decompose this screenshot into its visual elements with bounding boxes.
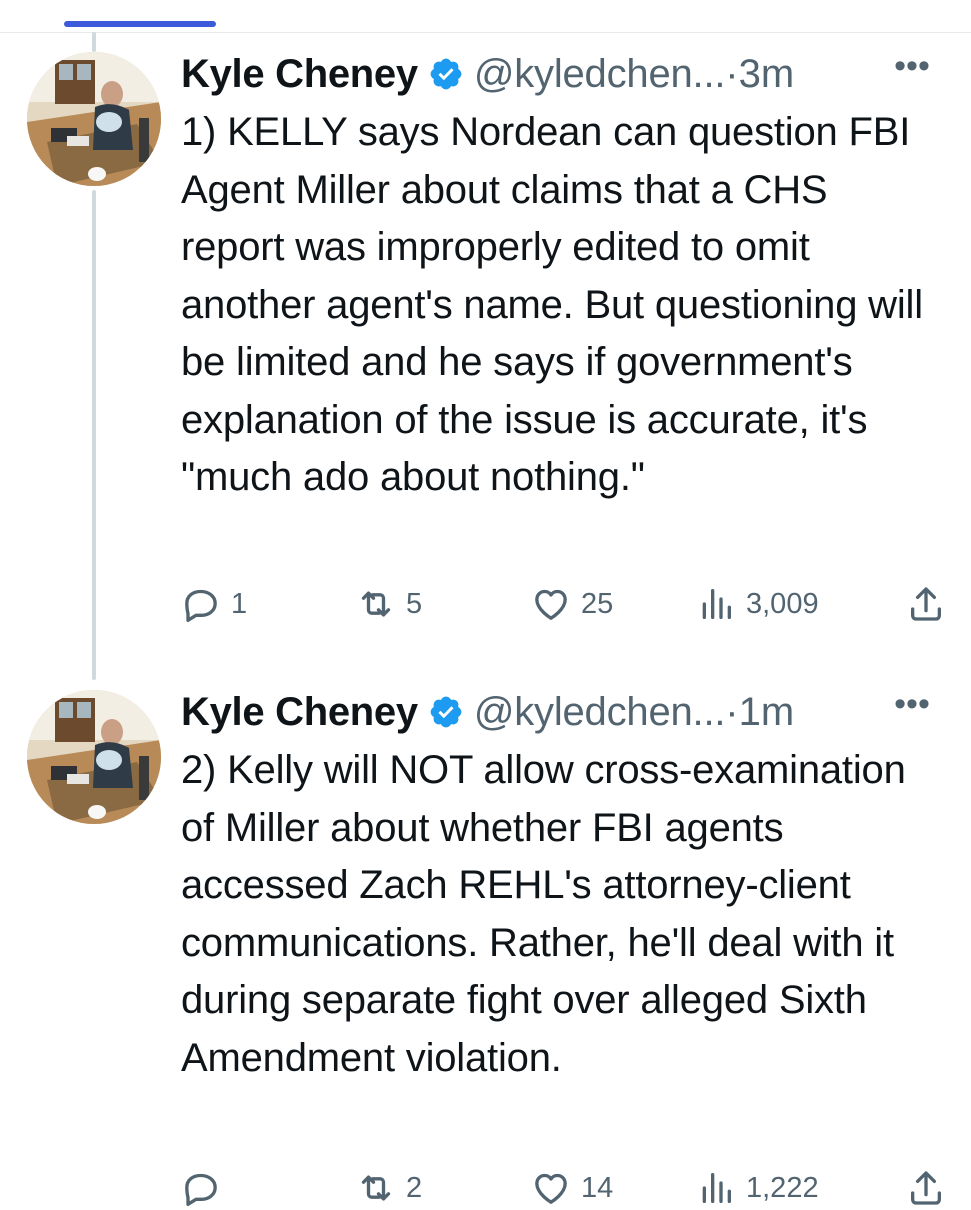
like-icon xyxy=(535,1173,567,1204)
separator-dot: · xyxy=(725,689,739,734)
like-button[interactable]: 25 xyxy=(531,584,696,624)
avatar-photo xyxy=(27,52,161,186)
like-icon xyxy=(535,589,567,620)
thread-connector-line xyxy=(92,32,96,52)
repost-button[interactable]: 2 xyxy=(356,1168,531,1208)
view-count: 3,009 xyxy=(746,587,819,620)
views-icon xyxy=(702,1173,731,1203)
repost-count: 5 xyxy=(406,587,423,620)
like-button[interactable]: 14 xyxy=(531,1168,696,1208)
views-button[interactable]: 3,009 xyxy=(696,584,876,624)
verified-badge-icon xyxy=(430,696,462,728)
header-divider xyxy=(0,32,971,33)
repost-icon xyxy=(361,1175,391,1201)
action-bar: 2 14 1,222 xyxy=(181,1166,946,1210)
reply-icon xyxy=(185,589,217,622)
like-count: 25 xyxy=(581,587,614,620)
tweet[interactable]: Kyle Cheney @kyledchen... · 1m ••• 2) Ke… xyxy=(0,685,971,1206)
share-button[interactable] xyxy=(906,1168,946,1208)
author-handle[interactable]: @kyledchen... xyxy=(474,52,726,97)
share-icon xyxy=(911,587,941,621)
avatar[interactable] xyxy=(27,690,161,824)
timestamp[interactable]: 1m xyxy=(739,690,795,735)
views-icon xyxy=(702,589,731,619)
more-icon[interactable]: ••• xyxy=(885,684,939,724)
avatar-photo xyxy=(27,690,161,824)
author-handle[interactable]: @kyledchen... xyxy=(474,690,726,735)
avatar[interactable] xyxy=(27,52,161,186)
author-name[interactable]: Kyle Cheney xyxy=(181,52,418,97)
author-name[interactable]: Kyle Cheney xyxy=(181,690,418,735)
verified-badge-icon xyxy=(430,58,462,90)
share-button[interactable] xyxy=(906,584,946,624)
more-icon[interactable]: ••• xyxy=(885,46,939,86)
repost-icon xyxy=(361,591,391,617)
reply-button[interactable]: 1 xyxy=(181,584,356,624)
separator-dot: · xyxy=(725,51,739,96)
tab-indicator xyxy=(64,21,216,27)
reply-count: 1 xyxy=(231,587,248,620)
views-button[interactable]: 1,222 xyxy=(696,1168,876,1208)
tweet-text: 2) Kelly will NOT allow cross-examinatio… xyxy=(181,748,906,1080)
reply-button[interactable] xyxy=(181,1168,356,1208)
repost-button[interactable]: 5 xyxy=(356,584,531,624)
tweet[interactable]: Kyle Cheney @kyledchen... · 3m ••• 1) KE… xyxy=(0,47,971,682)
action-bar: 1 5 25 3,009 xyxy=(181,582,946,626)
share-icon xyxy=(911,1171,941,1205)
tweet-text: 1) KELLY says Nordean can question FBI A… xyxy=(181,110,923,499)
reply-icon xyxy=(185,1173,217,1206)
timestamp[interactable]: 3m xyxy=(739,52,795,97)
